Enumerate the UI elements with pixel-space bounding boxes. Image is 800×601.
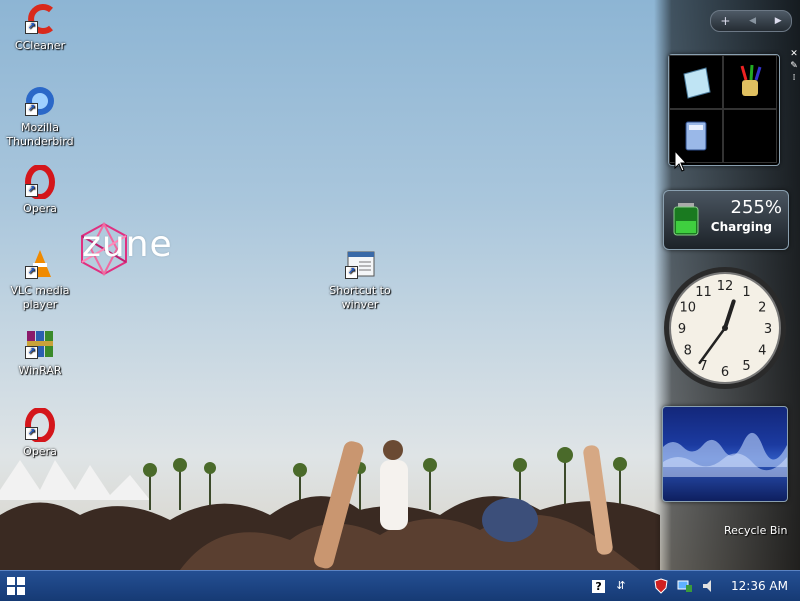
- desktop-icon-label: CCleaner: [14, 39, 66, 52]
- clock-numeral: 3: [764, 322, 772, 337]
- battery-meter-gadget[interactable]: 255% Charging: [663, 190, 789, 250]
- clock-numeral: 6: [721, 365, 729, 380]
- opera-icon: ↗: [23, 164, 57, 200]
- notepad-icon: [683, 67, 711, 99]
- slideshow-gadget[interactable]: [662, 406, 788, 502]
- taskbar: ? ⇵ 12:36 AM: [0, 570, 800, 601]
- drag-handle-icon[interactable]: ⁞: [789, 72, 799, 84]
- desktop-icon-winrar[interactable]: ↗ WinRAR: [0, 327, 80, 378]
- desktop-icon-ccleaner[interactable]: ↗ CCleaner: [0, 2, 80, 53]
- clock-numeral: 12: [717, 279, 734, 294]
- clock-numeral: 8: [684, 344, 692, 359]
- mouse-cursor-icon: [674, 150, 688, 172]
- clock-numeral: 9: [678, 322, 686, 337]
- slideshow-image: [663, 432, 787, 477]
- battery-status: Charging: [710, 220, 772, 234]
- clock-numeral: 5: [742, 359, 750, 374]
- desktop-icon-winver-shortcut[interactable]: ↗ Shortcut to winver: [320, 247, 400, 312]
- ccleaner-icon: ↗: [23, 2, 57, 36]
- windows-start-icon[interactable]: [6, 576, 26, 596]
- battery-percent: 255%: [730, 197, 782, 218]
- clock-numeral: 4: [758, 344, 766, 359]
- window-document-icon: ↗: [343, 247, 377, 281]
- desktop-icon-label: VLC media player: [10, 284, 70, 311]
- desktop-icon-opera-2[interactable]: ↗ Opera: [0, 407, 80, 459]
- opera-icon: ↗: [23, 407, 57, 443]
- desktop-icon-thunderbird[interactable]: ↗ Mozilla Thunderbird: [0, 84, 80, 149]
- desktop-icon-vlc[interactable]: ↗ VLC media player: [0, 247, 80, 312]
- taskbar-clock[interactable]: 12:36 AM: [731, 579, 788, 593]
- launcher-slot-paint[interactable]: [723, 55, 777, 109]
- desktop-icon-opera[interactable]: ↗ Opera: [0, 164, 80, 216]
- monitor-icon[interactable]: [677, 578, 693, 594]
- next-page-button[interactable]: ▶: [775, 16, 782, 26]
- gadget-tools: ✕ ✎ ⁞: [789, 48, 799, 84]
- launcher-slot-notepad[interactable]: [669, 55, 723, 109]
- desktop-icon-label: Mozilla Thunderbird: [6, 121, 74, 148]
- recycle-bin-label[interactable]: Recycle Bin: [724, 524, 787, 537]
- clock-numeral: 1: [742, 285, 750, 300]
- desktop-icon-label: Opera: [23, 445, 57, 458]
- wrench-icon[interactable]: ✎: [789, 60, 799, 72]
- clock-numeral: 10: [679, 301, 696, 316]
- analog-clock-gadget[interactable]: 1234567891011 12: [662, 265, 788, 391]
- thunderbird-icon: ↗: [23, 84, 57, 118]
- previous-page-button[interactable]: ◀: [749, 16, 756, 26]
- system-tray: ? ⇵ 12:36 AM: [588, 571, 800, 601]
- clock-numeral: 11: [695, 285, 712, 300]
- battery-icon: [673, 203, 699, 236]
- desktop-icon-label: WinRAR: [18, 364, 62, 377]
- help-icon[interactable]: ?: [592, 579, 606, 593]
- security-shield-icon[interactable]: [653, 578, 669, 594]
- clock-numeral: 2: [758, 301, 766, 316]
- desktop-icon-label: Opera: [23, 202, 57, 215]
- launcher-slot-empty[interactable]: [723, 109, 777, 163]
- winrar-books-icon: ↗: [23, 327, 57, 361]
- desktop-icon-label: Shortcut to winver: [329, 284, 391, 311]
- speaker-icon[interactable]: [701, 578, 717, 594]
- sidebar-controls: + ◀ ▶: [710, 10, 792, 32]
- zune-wordmark: zune: [82, 224, 173, 265]
- close-icon[interactable]: ✕: [789, 48, 799, 60]
- paint-brushes-icon: [740, 64, 762, 96]
- add-gadget-button[interactable]: +: [720, 14, 730, 28]
- network-icon[interactable]: ⇵: [613, 578, 629, 594]
- vlc-cone-icon: ↗: [23, 247, 57, 281]
